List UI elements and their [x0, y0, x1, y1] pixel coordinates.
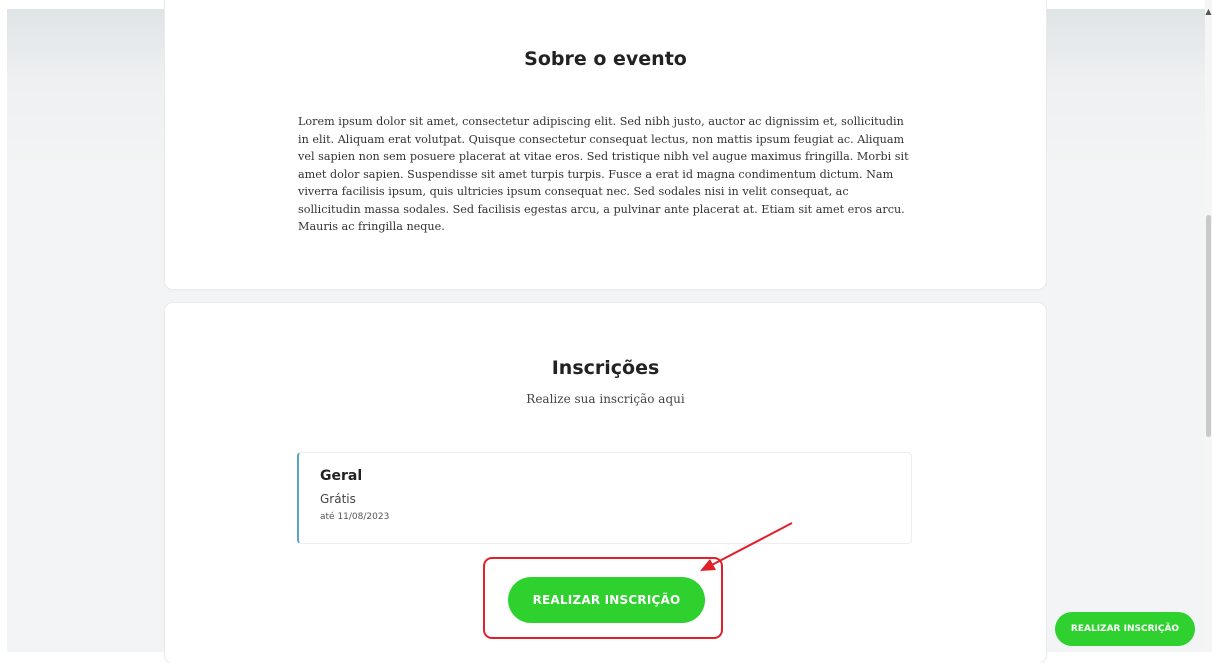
registration-title: Inscrições	[551, 357, 660, 379]
ticket-price: Grátis	[320, 492, 356, 506]
scrollbar[interactable]: ▲	[1205, 0, 1212, 652]
about-event-card: Sobre o evento Lorem ipsum dolor sit ame…	[165, 0, 1046, 289]
registration-card: Inscrições Realize sua inscrição aqui Ge…	[165, 303, 1046, 663]
ticket-name: Geral	[320, 468, 363, 484]
registration-subtitle: Realize sua inscrição aqui	[526, 392, 685, 406]
about-title: Sobre o evento	[524, 48, 687, 70]
register-button[interactable]: REALIZAR INSCRIÇÃO	[508, 577, 705, 623]
annotation-arrow-icon	[700, 522, 793, 571]
ticket-deadline: até 11/08/2023	[320, 512, 390, 522]
ticket-option[interactable]: Geral Grátis até 11/08/2023	[297, 452, 912, 544]
scroll-up-icon[interactable]: ▲	[1205, 8, 1212, 16]
floating-register-button[interactable]: REALIZAR INSCRIÇÃO	[1055, 612, 1195, 646]
about-description: Lorem ipsum dolor sit amet, consectetur …	[298, 115, 909, 233]
scroll-thumb[interactable]	[1206, 215, 1211, 437]
